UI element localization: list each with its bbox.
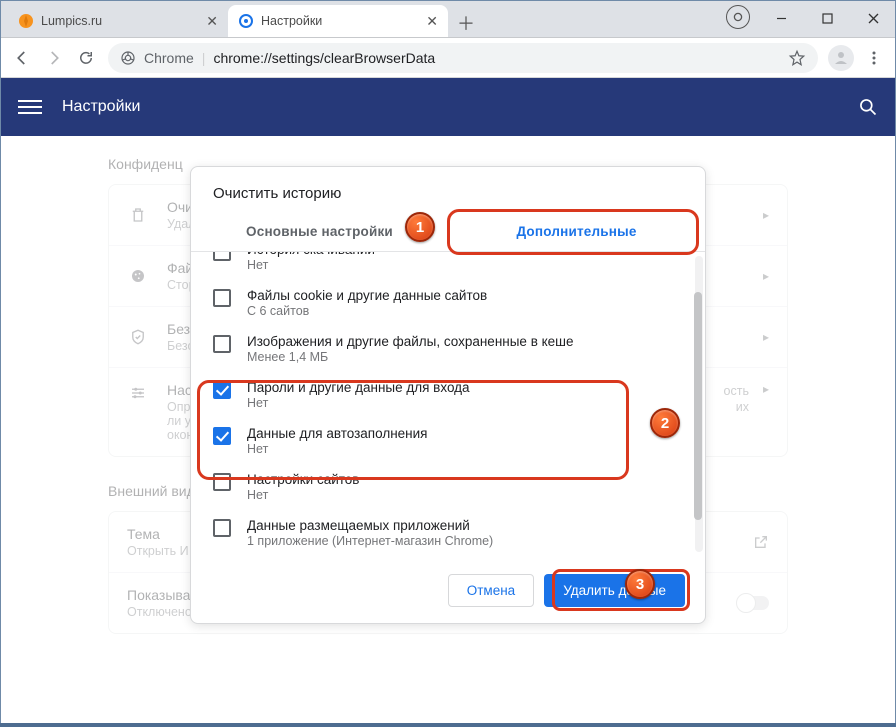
window-close-button[interactable] bbox=[850, 0, 896, 37]
hamburger-icon[interactable] bbox=[18, 100, 42, 114]
tab-title: Настройки bbox=[261, 14, 426, 28]
lumpics-favicon bbox=[18, 13, 34, 29]
delete-data-button[interactable]: Удалить данные bbox=[544, 574, 685, 607]
clear-option[interactable]: Настройки сайтовНет bbox=[191, 464, 705, 510]
close-icon[interactable]: ✕ bbox=[206, 13, 218, 30]
clear-option[interactable]: Данные для автозаполненияНет bbox=[191, 418, 705, 464]
reload-button[interactable] bbox=[70, 42, 102, 74]
chrome-icon bbox=[120, 50, 136, 66]
option-subtitle: Нет bbox=[247, 442, 427, 456]
clear-option[interactable]: История скачиванийНет bbox=[191, 252, 705, 280]
close-icon[interactable]: ✕ bbox=[426, 13, 438, 30]
annotation-marker-1: 1 bbox=[405, 212, 435, 242]
checkbox[interactable] bbox=[213, 427, 231, 445]
dialog-body: История скачиванийНетФайлы cookie и друг… bbox=[191, 252, 705, 558]
url-scheme-label: Chrome bbox=[144, 50, 194, 66]
annotation-marker-2: 2 bbox=[650, 408, 680, 438]
profile-avatar[interactable] bbox=[828, 45, 854, 71]
clear-option[interactable]: Файлы cookie и другие данные сайтовС 6 с… bbox=[191, 280, 705, 326]
clear-option[interactable]: Изображения и другие файлы, сохраненные … bbox=[191, 326, 705, 372]
cancel-button[interactable]: Отмена bbox=[448, 574, 534, 607]
clear-option[interactable]: Пароли и другие данные для входаНет bbox=[191, 372, 705, 418]
scrollbar-thumb[interactable] bbox=[694, 292, 702, 520]
annotation-marker-3: 3 bbox=[625, 569, 655, 599]
option-title: Настройки сайтов bbox=[247, 472, 359, 487]
option-subtitle: Менее 1,4 МБ bbox=[247, 350, 574, 364]
dialog-title: Очистить историю bbox=[191, 167, 705, 212]
titlebar: Lumpics.ru ✕ Настройки ✕ ＋ bbox=[0, 0, 896, 38]
option-subtitle: Нет bbox=[247, 396, 470, 410]
url-path: chrome://settings/clearBrowserData bbox=[213, 50, 435, 66]
page-title: Настройки bbox=[62, 98, 858, 116]
browser-toolbar: Chrome | chrome://settings/clearBrowserD… bbox=[0, 38, 896, 78]
option-subtitle: Нет bbox=[247, 488, 359, 502]
option-title: Данные размещаемых приложений bbox=[247, 518, 493, 533]
dialog-scrollbar[interactable] bbox=[695, 256, 703, 552]
maximize-button[interactable] bbox=[804, 0, 850, 37]
option-title: Пароли и другие данные для входа bbox=[247, 380, 470, 395]
option-subtitle: 1 приложение (Интернет-магазин Chrome) bbox=[247, 534, 493, 548]
dialog-tabs: Основные настройки Дополнительные bbox=[191, 212, 705, 252]
new-tab-button[interactable]: ＋ bbox=[452, 9, 480, 37]
address-bar[interactable]: Chrome | chrome://settings/clearBrowserD… bbox=[108, 43, 818, 73]
tab-title: Lumpics.ru bbox=[41, 14, 206, 28]
option-title: История скачиваний bbox=[247, 252, 375, 257]
profile-indicator-icon[interactable] bbox=[726, 5, 750, 29]
checkbox[interactable] bbox=[213, 473, 231, 491]
minimize-button[interactable] bbox=[758, 0, 804, 37]
option-title: Файлы cookie и другие данные сайтов bbox=[247, 288, 487, 303]
clear-history-dialog: Очистить историю Основные настройки Допо… bbox=[190, 166, 706, 624]
option-subtitle: Нет bbox=[247, 258, 375, 272]
forward-button[interactable] bbox=[38, 42, 70, 74]
browser-tab-settings[interactable]: Настройки ✕ bbox=[228, 5, 448, 37]
browser-tab-lumpics[interactable]: Lumpics.ru ✕ bbox=[8, 5, 228, 37]
clear-option[interactable]: Данные размещаемых приложений1 приложени… bbox=[191, 510, 705, 556]
search-icon[interactable] bbox=[858, 97, 878, 117]
settings-favicon bbox=[238, 13, 254, 29]
tab-advanced[interactable]: Дополнительные bbox=[448, 212, 705, 251]
window-border-bottom bbox=[0, 723, 896, 727]
option-subtitle: С 6 сайтов bbox=[247, 304, 487, 318]
window-controls bbox=[726, 0, 896, 37]
menu-button[interactable] bbox=[858, 42, 890, 74]
option-title: Изображения и другие файлы, сохраненные … bbox=[247, 334, 574, 349]
bookmark-star-icon[interactable] bbox=[788, 49, 806, 67]
checkbox[interactable] bbox=[213, 335, 231, 353]
back-button[interactable] bbox=[6, 42, 38, 74]
checkbox[interactable] bbox=[213, 519, 231, 537]
checkbox[interactable] bbox=[213, 289, 231, 307]
settings-header: Настройки bbox=[0, 78, 896, 136]
checkbox[interactable] bbox=[213, 252, 231, 261]
option-title: Данные для автозаполнения bbox=[247, 426, 427, 441]
checkbox[interactable] bbox=[213, 381, 231, 399]
